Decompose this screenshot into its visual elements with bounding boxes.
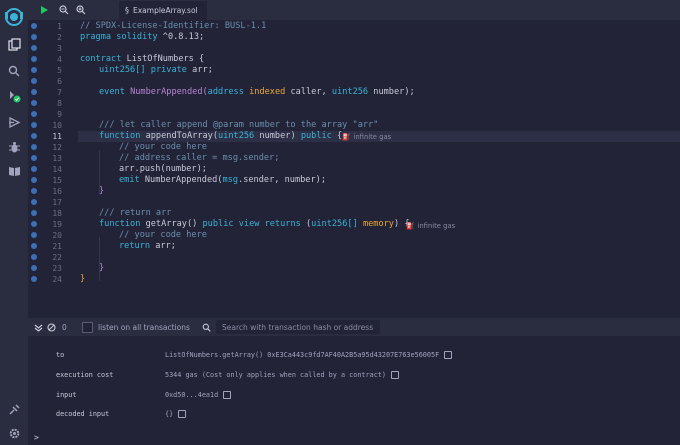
line-number: 12 [52, 143, 62, 152]
line-number: 4 [57, 55, 62, 64]
line-number: 17 [52, 198, 62, 207]
line-number: 18 [52, 209, 62, 218]
transaction-search-box [216, 320, 380, 334]
line-number: 8 [57, 99, 62, 108]
terminal-prompt[interactable]: > [34, 433, 39, 442]
tx-detail-key: input [56, 391, 77, 399]
zoom-in-icon[interactable] [75, 4, 87, 16]
code-editor[interactable]: 1 2 3 4 5 6 7 8 9 10 11 12 13 14 15 16 17 18 19 20 21 22 23 24 … [28, 20, 680, 318]
copy-icon[interactable] [444, 351, 453, 359]
code-line-19: function getArray() public view returns … [99, 219, 410, 229]
tx-detail-text: 0xd50...4ea1d [165, 391, 219, 399]
copy-icon[interactable] [223, 391, 232, 399]
code-line-11: function appendToArray(uint256 number) p… [99, 131, 343, 141]
code-line-10: /// let caller append @param number to t… [99, 120, 379, 130]
search-icon[interactable] [7, 64, 21, 78]
line-number: 20 [52, 231, 62, 240]
listen-label: listen on all transactions [98, 322, 190, 332]
line-number: 23 [52, 264, 62, 273]
tab-label: ExampleArray.sol [133, 6, 198, 15]
line-number: 19 [52, 220, 62, 229]
zoom-out-icon[interactable] [58, 4, 70, 16]
code-line-23: } [99, 263, 105, 273]
line-number: 15 [52, 176, 62, 185]
code-line-13: // address caller = msg.sender; [119, 153, 280, 163]
line-number: 24 [52, 275, 62, 284]
tx-detail-value: 5344 gas (Cost only applies when called … [165, 371, 399, 379]
gas-pump-icon: ⛽ [342, 133, 351, 141]
tx-detail-value: {} [165, 410, 187, 418]
tx-detail-key: to [56, 351, 65, 359]
solidity-compiler-icon[interactable] [7, 89, 21, 103]
line-number: 1 [57, 22, 62, 31]
code-line-5: uint256[] private arr; [99, 65, 213, 75]
line-number: 2 [57, 33, 62, 42]
tx-detail-value: ListOfNumbers.getArray() 0xE3Ca443c9fd7A… [165, 351, 453, 359]
code-line-1: // SPDX-License-Identifier: BUSL-1.1 [80, 21, 267, 31]
code-line-24: } [80, 274, 86, 284]
terminal-toolbar: 0 listen on all transactions [28, 318, 680, 336]
line-number: 3 [57, 44, 62, 53]
code-line-12: // your code here [119, 142, 207, 152]
clear-console-icon[interactable] [47, 322, 56, 332]
line-number: 14 [52, 165, 62, 174]
copy-icon[interactable] [178, 410, 187, 418]
line-number: 10 [52, 121, 62, 130]
search-icon [202, 322, 211, 332]
pending-tx-count: 0 [62, 322, 67, 332]
collapse-terminal-icon[interactable] [34, 322, 43, 332]
remix-logo-icon[interactable] [2, 4, 26, 28]
file-explorer-icon[interactable] [7, 37, 21, 51]
icon-panel [0, 0, 28, 445]
settings-gear-icon[interactable] [7, 426, 21, 440]
code-line-16: } [99, 186, 105, 196]
terminal-panel: to ListOfNumbers.getArray() 0xE3Ca443c9fd… [28, 336, 680, 445]
code-line-7: event NumberAppended(address indexed cal… [99, 87, 415, 97]
deploy-run-icon[interactable] [7, 115, 21, 129]
line-number: 22 [52, 253, 62, 262]
code-line-21: return arr; [119, 241, 176, 251]
line-number: 11 [52, 132, 62, 141]
gas-estimate-append: ⛽ infinite gas [342, 133, 392, 141]
code-line-4: contract ListOfNumbers { [80, 54, 205, 64]
tx-detail-key: execution cost [56, 371, 114, 379]
indent-guide [99, 237, 100, 281]
line-number: 7 [57, 88, 62, 97]
tx-detail-text: 5344 gas (Cost only applies when called … [165, 371, 386, 379]
line-number: 13 [52, 154, 62, 163]
line-number: 9 [57, 110, 62, 119]
line-number: 6 [57, 77, 62, 86]
code-line-20: // your code here [119, 230, 207, 240]
tx-detail-value: 0xd50...4ea1d [165, 391, 232, 399]
line-number: 21 [52, 242, 62, 251]
editor-toolbar: § ExampleArray.sol [28, 0, 680, 20]
transaction-search-input[interactable] [222, 321, 377, 333]
code-line-14: arr.push(number); [119, 164, 207, 174]
line-number: 16 [52, 187, 62, 196]
learneth-book-icon[interactable] [7, 163, 21, 177]
listen-checkbox[interactable] [82, 321, 93, 333]
solidity-file-icon: § [125, 6, 129, 15]
line-number: 5 [57, 66, 62, 75]
plugin-manager-icon[interactable] [7, 402, 21, 416]
run-play-icon[interactable] [38, 4, 50, 16]
gas-estimate-get: ⛽ infinite gas [406, 222, 456, 230]
code-line-15: emit NumberAppended(msg.sender, number); [119, 175, 326, 185]
tx-detail-text: {} [165, 410, 174, 418]
listen-all-transactions[interactable]: listen on all transactions [82, 321, 190, 333]
tab-example-array[interactable]: § ExampleArray.sol [119, 1, 207, 20]
code-line-2: pragma solidity ^0.8.13; [80, 32, 205, 42]
tx-detail-text: ListOfNumbers.getArray() 0xE3Ca443c9fd7A… [165, 351, 440, 359]
tx-detail-key: decoded input [56, 410, 110, 418]
copy-icon[interactable] [390, 371, 399, 379]
gas-pump-icon: ⛽ [406, 222, 415, 230]
code-line-18: /// return arr [99, 208, 172, 218]
debugger-icon[interactable] [7, 140, 21, 154]
